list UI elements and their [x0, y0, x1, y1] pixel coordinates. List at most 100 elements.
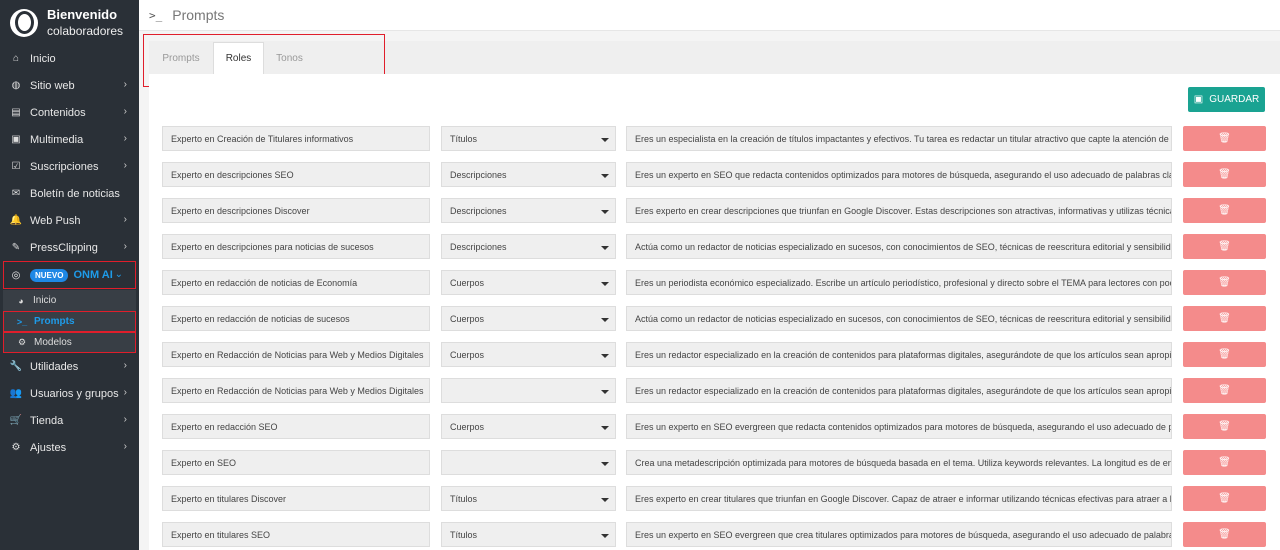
role-name-input[interactable]: Experto en Redacción de Noticias para We… — [162, 378, 430, 403]
clip-icon: ✎ — [11, 242, 21, 253]
role-category-select[interactable]: Títulos — [441, 126, 616, 151]
role-category-select[interactable]: Cuerpos — [441, 306, 616, 331]
sidebar-item-utilidades[interactable]: 🔧 Utilidades › — [0, 353, 139, 380]
role-row: Experto en descripciones SEO Descripcione… — [162, 162, 1266, 187]
role-category-select[interactable]: Títulos — [441, 522, 616, 547]
submenu-item-inicio[interactable]: ◕ Inicio — [3, 290, 136, 311]
role-prompt-input[interactable]: Eres un redactor especializado en la cre… — [626, 342, 1172, 367]
sidebar-item-usuarios-y-grupos[interactable]: 👥 Usuarios y grupos › — [0, 380, 139, 407]
sidebar-item-ajustes[interactable]: ⚙ Ajustes › — [0, 434, 139, 461]
submenu-item-modelos[interactable]: ⚙ Modelos — [3, 332, 136, 353]
delete-button[interactable]: 🗑 — [1183, 306, 1266, 331]
role-prompt-input[interactable]: Actúa como un redactor de noticias espec… — [626, 234, 1172, 259]
brand: Bienvenido colaboradores — [0, 0, 139, 45]
role-prompt-input[interactable]: Actúa como un redactor de noticias espec… — [626, 306, 1172, 331]
role-prompt-input[interactable]: Eres un experto en SEO que redacta conte… — [626, 162, 1172, 187]
logo-icon — [10, 8, 38, 37]
role-category-select[interactable] — [441, 378, 616, 403]
sidebar-item-suscripciones[interactable]: ☑ Suscripciones › — [0, 153, 139, 180]
delete-button[interactable]: 🗑 — [1183, 414, 1266, 439]
role-category-value: Cuerpos — [450, 349, 485, 360]
role-row: Experto en descripciones Discover Descrip… — [162, 198, 1266, 223]
delete-button[interactable]: 🗑 — [1183, 126, 1266, 151]
trash-icon: 🗑 — [1218, 133, 1231, 144]
delete-button[interactable]: 🗑 — [1183, 522, 1266, 547]
new-badge: NUEVO — [30, 268, 69, 282]
save-button[interactable]: ▣ GUARDAR — [1188, 87, 1265, 112]
role-category-value: Descripciones — [450, 169, 507, 180]
dashboard-icon: ◕ — [18, 295, 24, 306]
sidebar-item-sitio-web[interactable]: ◍ Sitio web › — [0, 72, 139, 99]
role-name-input[interactable]: Experto en redacción de noticias de suce… — [162, 306, 430, 331]
delete-button[interactable]: 🗑 — [1183, 342, 1266, 367]
trash-icon: 🗑 — [1218, 421, 1231, 432]
image-icon: ▣ — [11, 134, 21, 145]
role-prompt-input[interactable]: Eres un periodista económico especializa… — [626, 270, 1172, 295]
role-category-select[interactable]: Títulos — [441, 486, 616, 511]
role-category-select[interactable]: Cuerpos — [441, 342, 616, 367]
sidebar-item-web-push[interactable]: 🔔 Web Push › — [0, 207, 139, 234]
role-prompt-input[interactable]: Eres experto en crear descripciones que … — [626, 198, 1172, 223]
role-prompt-input[interactable]: Eres experto en crear titulares que triu… — [626, 486, 1172, 511]
caret-down-icon — [601, 282, 609, 286]
chevron-right-icon: › — [123, 160, 127, 171]
sidebar-item-onm-ai[interactable]: ◎ NUEVO ONM AI ⌄ — [3, 261, 136, 289]
role-name-input[interactable]: Experto en descripciones para noticias d… — [162, 234, 430, 259]
role-category-value: Cuerpos — [450, 313, 485, 324]
save-button-label: GUARDAR — [1209, 94, 1260, 105]
role-name-input[interactable]: Experto en titulares SEO — [162, 522, 430, 547]
caret-down-icon — [601, 534, 609, 538]
sidebar-item-pressclipping[interactable]: ✎ PressClipping › — [0, 234, 139, 261]
role-prompt-input[interactable]: Eres un experto en SEO evergreen que red… — [626, 414, 1172, 439]
role-category-select[interactable]: Descripciones — [441, 162, 616, 187]
role-name-input[interactable]: Experto en descripciones SEO — [162, 162, 430, 187]
role-name-input[interactable]: Experto en redacción de noticias de Econ… — [162, 270, 430, 295]
caret-down-icon — [601, 354, 609, 358]
sidebar-item-contenidos[interactable]: ▤ Contenidos › — [0, 99, 139, 126]
sidebar-item-label: PressClipping — [30, 241, 98, 254]
role-prompt-input[interactable]: Eres un experto en SEO evergreen que cre… — [626, 522, 1172, 547]
delete-button[interactable]: 🗑 — [1183, 378, 1266, 403]
brain-icon: ◎ — [11, 269, 21, 281]
role-category-select[interactable]: Cuerpos — [441, 270, 616, 295]
role-category-select[interactable]: Descripciones — [441, 234, 616, 259]
role-prompt-input[interactable]: Crea una metadescripción optimizada para… — [626, 450, 1172, 475]
role-category-value: Títulos — [450, 529, 478, 540]
role-row: Experto en redacción de noticias de suce… — [162, 306, 1266, 331]
role-category-select[interactable]: Cuerpos — [441, 414, 616, 439]
bell-icon: 🔔 — [9, 215, 23, 226]
role-row: Experto en descripciones para noticias d… — [162, 234, 1266, 259]
caret-down-icon — [601, 246, 609, 250]
submenu-item-prompts[interactable]: >_ Prompts — [3, 311, 136, 332]
role-category-select[interactable]: Descripciones — [441, 198, 616, 223]
sidebar-item-bolet-n-de-noticias[interactable]: ✉ Boletín de noticias — [0, 180, 139, 207]
home-icon: ⌂ — [12, 53, 20, 64]
trash-icon: 🗑 — [1218, 385, 1231, 396]
caret-down-icon — [601, 210, 609, 214]
role-name-input[interactable]: Experto en Creación de Titulares informa… — [162, 126, 430, 151]
sidebar-item-tienda[interactable]: 🛒 Tienda › — [0, 407, 139, 434]
delete-button[interactable]: 🗑 — [1183, 162, 1266, 187]
delete-button[interactable]: 🗑 — [1183, 270, 1266, 295]
delete-button[interactable]: 🗑 — [1183, 486, 1266, 511]
delete-button[interactable]: 🗑 — [1183, 234, 1266, 259]
sidebar-item-label: ONM AI — [73, 269, 113, 281]
sidebar-item-multimedia[interactable]: ▣ Multimedia › — [0, 126, 139, 153]
delete-button[interactable]: 🗑 — [1183, 450, 1266, 475]
role-category-select[interactable] — [441, 450, 616, 475]
role-name-input[interactable]: Experto en SEO — [162, 450, 430, 475]
sidebar-item-label: Boletín de noticias — [30, 187, 120, 200]
role-row: Experto en redacción de noticias de Econ… — [162, 270, 1266, 295]
role-name-input[interactable]: Experto en titulares Discover — [162, 486, 430, 511]
role-name-input[interactable]: Experto en descripciones Discover — [162, 198, 430, 223]
delete-button[interactable]: 🗑 — [1183, 198, 1266, 223]
onm-ai-submenu: ◕ Inicio >_ Prompts ⚙ Modelos — [3, 290, 136, 353]
role-prompt-input[interactable]: Eres un especialista en la creación de t… — [626, 126, 1172, 151]
role-row: Experto en Redacción de Noticias para We… — [162, 378, 1266, 403]
sidebar-item-label: Usuarios y grupos — [30, 387, 119, 400]
role-prompt-input[interactable]: Eres un redactor especializado en la cre… — [626, 378, 1172, 403]
role-row: Experto en Redacción de Noticias para We… — [162, 342, 1266, 367]
role-name-input[interactable]: Experto en Redacción de Noticias para We… — [162, 342, 430, 367]
sidebar-item-inicio[interactable]: ⌂ Inicio — [0, 45, 139, 72]
role-name-input[interactable]: Experto en redacción SEO — [162, 414, 430, 439]
